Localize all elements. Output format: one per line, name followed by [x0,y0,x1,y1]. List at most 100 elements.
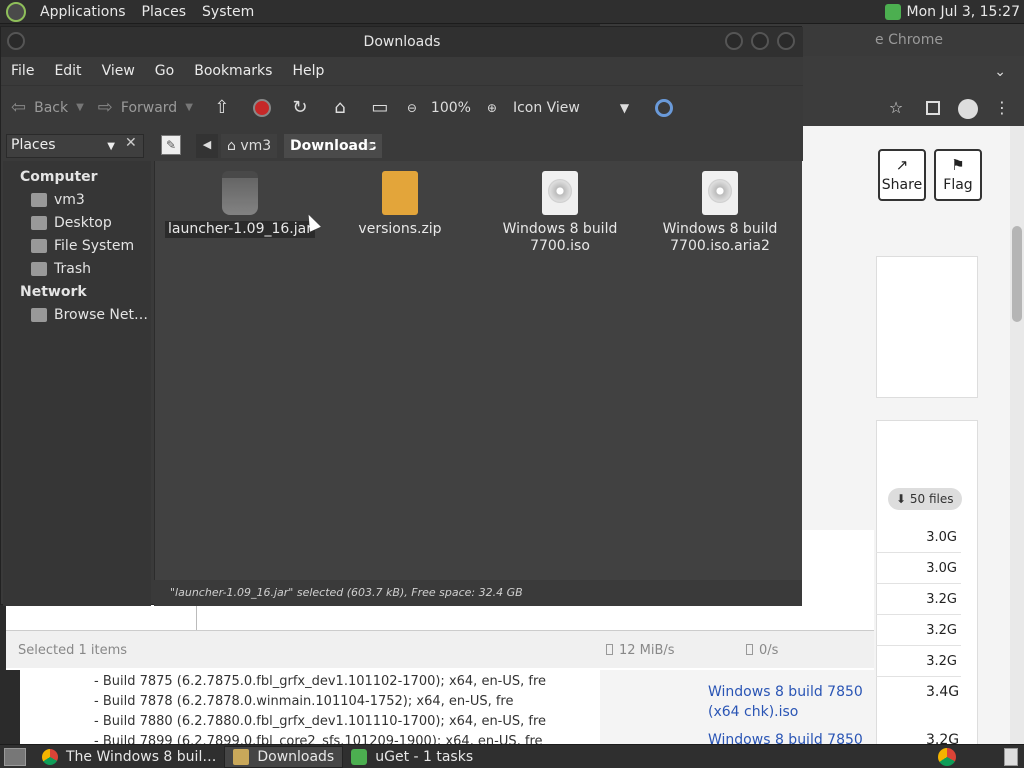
breadcrumb-vm3[interactable]: ⌂ vm3 [221,134,278,158]
menu-places[interactable]: Places [134,4,195,20]
file-size: 3.2G [876,646,961,677]
file-item-win8-aria2[interactable]: Windows 8 build 7700.iso.aria2 [645,171,795,255]
bookmark-star-icon[interactable]: ☆ [886,98,906,118]
side-pane-caret-icon: ▼ [107,141,115,152]
file-view[interactable]: launcher-1.09_16.jar versions.zip Window… [154,161,802,580]
tray-chrome-icon[interactable] [938,748,956,766]
close-icon[interactable]: ✕ [125,135,137,151]
upload-speed-value: 0/s [759,643,779,658]
file-item-launcher-jar[interactable]: launcher-1.09_16.jar [165,171,315,238]
menu-bookmarks[interactable]: Bookmarks [184,63,282,79]
computer-icon[interactable]: ▭ [369,97,391,119]
chrome-scrollbar[interactable] [1010,126,1024,744]
task-downloads[interactable]: Downloads [224,745,344,768]
profile-avatar-icon[interactable] [958,99,978,119]
chrome-title: e Chrome [875,32,943,48]
build-list: - Build 7875 (6.2.7875.0.fbl_grfx_dev1.1… [20,668,600,752]
zip-icon [382,171,418,215]
sidebar-header-network: Network [20,284,87,300]
sidebar-item-label: Desktop [54,215,112,231]
download-speed-icon [606,644,613,655]
file-size: 3.2G [876,584,961,615]
forward-arrow-icon: ⇨ [97,97,113,118]
window-titlebar[interactable]: Downloads [1,27,803,57]
workspace-switcher-icon[interactable] [1004,748,1018,766]
jar-icon [222,171,258,215]
back-history-caret-icon[interactable]: ▼ [76,102,84,113]
sidebar-item-trash[interactable]: Trash [31,261,91,277]
flag-button[interactable]: ⚑ Flag [934,149,982,201]
edit-path-icon[interactable]: ✎ [161,135,181,155]
forward-history-caret-icon[interactable]: ▼ [185,102,193,113]
breadcrumb-label: vm3 [240,138,272,154]
trash-icon [31,262,47,276]
sidebar-item-file-system[interactable]: File System [31,238,134,254]
places-sidebar: Computer vm3 Desktop File System Trash N… [3,161,151,606]
files-count-badge[interactable]: ⬇ 50 files [888,488,962,510]
file-manager-window: Downloads File Edit View Go Bookmarks He… [0,26,803,606]
scrollbar-thumb[interactable] [1012,226,1022,322]
side-pane-select[interactable]: Places ▼ [6,134,144,158]
view-mode-select[interactable]: Icon View [513,100,580,116]
file-size-column: 3.0G 3.0G 3.2G 3.2G 3.2G [876,522,961,677]
sidebar-item-vm3[interactable]: vm3 [31,192,85,208]
stop-icon[interactable] [252,98,271,117]
build-list-page: - Build 7875 (6.2.7875.0.fbl_grfx_dev1.1… [20,668,600,749]
view-mode-caret-icon[interactable]: ▼ [620,101,629,115]
top-panel: Applications Places System Mon Jul 3, 15… [0,0,1024,24]
taskbar: The Windows 8 buil… Downloads uGet - 1 t… [0,744,1024,768]
clock[interactable]: Mon Jul 3, 15:27 [907,4,1024,20]
menu-go[interactable]: Go [145,63,184,79]
home-icon[interactable]: ⌂ [329,97,351,119]
zoom-in-icon[interactable]: ⊕ [481,97,503,119]
file-size: 3.0G [876,522,961,553]
up-arrow-icon[interactable]: ⇧ [211,97,233,119]
file-name: Windows 8 build 7700.iso [502,221,618,254]
drive-icon [31,239,47,253]
more-menu-icon[interactable]: ⋮ [992,98,1012,118]
menu-system[interactable]: System [194,4,262,20]
task-uget[interactable]: uGet - 1 tasks [343,746,481,768]
download-link[interactable]: Windows 8 build 7850 (x64 chk).iso [708,682,888,722]
mate-logo-icon[interactable] [6,1,26,22]
menu-applications[interactable]: Applications [32,4,134,20]
file-item-win8-iso[interactable]: Windows 8 build 7700.iso [485,171,635,255]
files-count-label: 50 files [909,492,954,506]
menu-help[interactable]: Help [282,63,334,79]
path-scroll-right-icon[interactable]: ▶ [367,134,375,158]
minimize-button[interactable] [725,32,743,50]
maximize-button[interactable] [751,32,769,50]
path-scroll-left-icon[interactable]: ◀ [196,134,218,158]
reload-icon[interactable]: ↻ [289,97,311,119]
desktop-icon [31,216,47,230]
uget-tray-icon[interactable] [884,3,901,20]
zoom-out-icon[interactable]: ⊖ [401,97,423,119]
sidebar-item-label: Trash [54,261,91,277]
sidebar-item-browse-network[interactable]: Browse Net… [31,307,148,323]
menu-file[interactable]: File [1,63,44,79]
close-button[interactable] [777,32,795,50]
task-chrome[interactable]: The Windows 8 buil… [34,746,224,768]
back-label: Back [34,99,69,116]
tab-search-icon[interactable] [926,101,940,115]
sidebar-item-desktop[interactable]: Desktop [31,215,112,231]
file-item-versions-zip[interactable]: versions.zip [325,171,475,238]
share-button[interactable]: ↗ Share [878,149,926,201]
forward-label: Forward [120,99,178,116]
window-title: Downloads [363,34,441,50]
menu-edit[interactable]: Edit [44,63,91,79]
home-folder-icon [31,193,47,207]
iso-download-icon [702,171,738,215]
forward-button[interactable]: ⇨ Forward ▼ [98,97,193,118]
search-icon[interactable] [655,98,674,117]
sidebar-item-label: Browse Net… [54,307,149,323]
chevron-down-icon[interactable]: ⌄ [994,64,1006,80]
show-desktop-icon[interactable] [4,747,26,766]
share-label: Share [881,177,923,193]
menu-view[interactable]: View [92,63,145,79]
back-button[interactable]: ⇦ Back ▼ [11,97,84,118]
flag-label: Flag [943,177,973,193]
file-size: 3.2G [876,615,961,646]
selected-count: Selected 1 items [18,643,128,658]
task-label: Downloads [257,748,335,765]
